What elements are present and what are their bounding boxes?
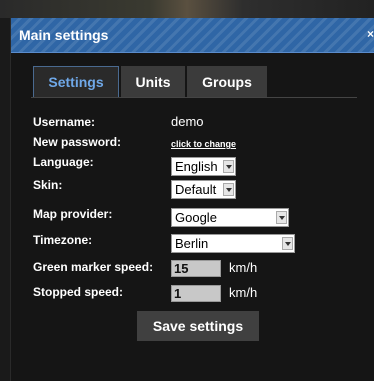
dropdown-arrow-icon bbox=[282, 237, 293, 250]
dialog-title: Main settings bbox=[19, 27, 109, 43]
green-marker-speed-unit: km/h bbox=[229, 260, 258, 275]
skin-select[interactable]: Default bbox=[171, 180, 236, 199]
language-select-value: English bbox=[175, 159, 218, 174]
green-marker-speed-label: Green marker speed: bbox=[33, 260, 154, 274]
stopped-speed-unit: km/h bbox=[229, 285, 258, 300]
timezone-label: Timezone: bbox=[33, 233, 93, 247]
close-icon[interactable]: × bbox=[367, 27, 374, 41]
new-password-label: New password: bbox=[33, 135, 122, 149]
skin-label: Skin: bbox=[33, 178, 63, 192]
tab-units[interactable]: Units bbox=[121, 66, 185, 98]
map-provider-label: Map provider: bbox=[33, 207, 113, 221]
background-map-strip bbox=[0, 0, 374, 18]
dropdown-arrow-icon bbox=[223, 183, 234, 196]
stopped-speed-input[interactable]: 1 bbox=[171, 285, 221, 302]
username-value: demo bbox=[171, 114, 204, 129]
language-label: Language: bbox=[33, 155, 94, 169]
map-provider-select-value: Google bbox=[175, 210, 217, 225]
language-select[interactable]: English bbox=[171, 157, 236, 176]
stopped-speed-label: Stopped speed: bbox=[33, 285, 124, 299]
username-label: Username: bbox=[33, 115, 96, 129]
dialog-titlebar[interactable]: Main settings × bbox=[11, 18, 374, 53]
dropdown-arrow-icon bbox=[223, 160, 234, 173]
tab-divider bbox=[31, 97, 357, 98]
dropdown-arrow-icon bbox=[276, 211, 287, 224]
settings-dialog: Main settings × Settings Units Groups Us… bbox=[10, 18, 374, 381]
tab-settings[interactable]: Settings bbox=[33, 66, 119, 98]
skin-select-value: Default bbox=[175, 182, 217, 197]
map-provider-select[interactable]: Google bbox=[171, 208, 289, 227]
save-settings-button[interactable]: Save settings bbox=[137, 311, 259, 341]
green-marker-speed-input[interactable]: 15 bbox=[171, 260, 221, 277]
timezone-select-value: Berlin bbox=[175, 236, 209, 251]
change-password-link[interactable]: click to change bbox=[171, 139, 236, 149]
tab-groups[interactable]: Groups bbox=[187, 66, 267, 98]
timezone-select[interactable]: Berlin bbox=[171, 234, 295, 253]
